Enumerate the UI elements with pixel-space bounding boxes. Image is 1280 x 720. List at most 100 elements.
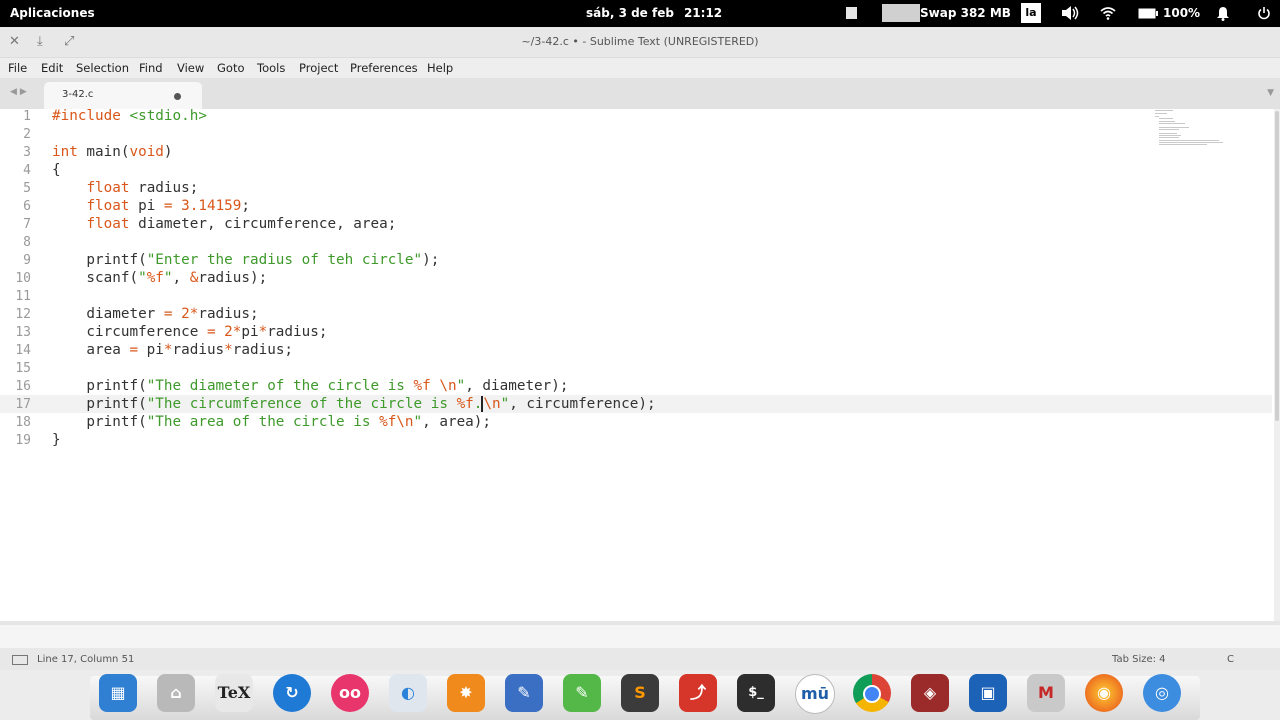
home-folder-icon[interactable]: ⌂: [157, 674, 195, 712]
code-token: 2: [224, 324, 233, 340]
scrollbar-thumb[interactable]: [1275, 111, 1279, 421]
line-number: 14: [15, 343, 31, 358]
line-number: 7: [23, 217, 31, 232]
spreadsheet-icon[interactable]: ✎: [563, 674, 601, 712]
code-token: *: [258, 324, 268, 340]
applications-menu[interactable]: Aplicaciones: [10, 6, 95, 20]
flickr-icon[interactable]: oo: [331, 674, 369, 712]
texmaker-icon[interactable]: TeX: [215, 674, 253, 712]
code-token: #include: [52, 108, 121, 124]
bell-icon[interactable]: [1216, 6, 1230, 24]
code-line[interactable]: }: [52, 432, 61, 448]
dock: ▦ ⌂ TeX ↻ oo ◐ ✸ ✎ ✎ S ⤴ $_ mū ◈ ▣ M ◉ ◎: [0, 670, 1280, 720]
vertical-scrollbar[interactable]: [1274, 109, 1280, 621]
code-token: =: [206, 324, 216, 340]
menu-help[interactable]: Help: [427, 61, 453, 75]
syntax-selector[interactable]: C: [1227, 654, 1234, 665]
toggle-settings-icon[interactable]: ◐: [389, 674, 427, 712]
code-line[interactable]: {: [52, 162, 61, 178]
line-number: 4: [23, 163, 31, 178]
menu-goto[interactable]: Goto: [217, 61, 245, 75]
code-line[interactable]: #include <stdio.h>: [52, 108, 207, 124]
cursor-position: Line 17, Column 51: [37, 654, 135, 665]
code-token: }: [52, 432, 61, 448]
code-line[interactable]: printf("The area of the circle is %f\n",…: [52, 414, 491, 430]
menu-preferences[interactable]: Preferences: [350, 61, 418, 75]
chrome-icon[interactable]: [853, 674, 891, 712]
menu-tools[interactable]: Tools: [257, 61, 285, 75]
file-manager-icon[interactable]: ▦: [99, 674, 137, 712]
code-line[interactable]: printf("The circumference of the circle …: [52, 396, 656, 412]
window-icon[interactable]: [846, 7, 857, 19]
code-token: %f\n: [379, 414, 414, 430]
virtualbox-icon[interactable]: ▣: [969, 674, 1007, 712]
code-line[interactable]: float pi = 3.14159;: [52, 198, 250, 214]
code-token: radius;: [232, 342, 294, 358]
clock[interactable]: sáb, 3 de feb 21:12: [586, 6, 732, 20]
code-token: ": [500, 396, 510, 412]
code-token: "Enter the radius of teh circle": [146, 252, 423, 268]
code-editor[interactable]: 1 2 3 4 5 6 7 8 9 10 11 12 13 14 15 16 1…: [0, 108, 1272, 621]
code-token: float: [86, 216, 130, 232]
inkscape-icon[interactable]: ✸: [447, 674, 485, 712]
code-line[interactable]: area = pi*radius*radius;: [52, 342, 293, 358]
sync-icon[interactable]: ↻: [273, 674, 311, 712]
swap-label: Swap 382 MB: [920, 6, 1011, 20]
code-token: printf(: [52, 378, 147, 394]
tab-3-42-c[interactable]: 3-42.c: [44, 82, 202, 109]
code-line[interactable]: int main(void): [52, 144, 173, 160]
menu-file[interactable]: File: [8, 61, 27, 75]
status-bar: Line 17, Column 51 Tab Size: 4 C: [0, 648, 1280, 670]
code-line[interactable]: circumference = 2*pi*radius;: [52, 324, 327, 340]
code-token: *: [224, 342, 233, 358]
menu-project[interactable]: Project: [299, 61, 338, 75]
musescore-icon[interactable]: mū: [795, 674, 835, 714]
volume-icon[interactable]: [1061, 5, 1079, 24]
code-token: ": [163, 270, 173, 286]
tab-nav-arrows-icon[interactable]: ◀▶: [10, 87, 30, 97]
line-number: 11: [15, 289, 31, 304]
pdf-reader-icon[interactable]: ⤴: [679, 674, 717, 712]
code-token: void: [129, 144, 164, 160]
planner-icon[interactable]: ◈: [911, 674, 949, 712]
code-token: %f: [456, 396, 474, 412]
window-title-bar: ✕ ⤓ ⤢ ~/3-42.c • - Sublime Text (UNREGIS…: [0, 27, 1280, 58]
minimap[interactable]: [1150, 109, 1240, 149]
text-editor-icon[interactable]: ✎: [505, 674, 543, 712]
battery-label: 100%: [1163, 6, 1201, 20]
code-line[interactable]: printf("The diameter of the circle is %f…: [52, 378, 568, 394]
menu-find[interactable]: Find: [139, 61, 163, 75]
code-token: %f: [146, 270, 164, 286]
menu-selection[interactable]: Selection: [76, 61, 129, 75]
code-line[interactable]: scanf("%f", &radius);: [52, 270, 267, 286]
keyboard-layout-indicator[interactable]: la: [1021, 3, 1041, 23]
line-number: 18: [15, 415, 31, 430]
code-token: ": [138, 270, 147, 286]
code-token: , circumference);: [509, 396, 656, 412]
tab-size-selector[interactable]: Tab Size: 4: [1112, 654, 1166, 665]
code-token: <stdio.h>: [129, 108, 207, 124]
code-line[interactable]: float radius;: [52, 180, 198, 196]
math-tool-icon[interactable]: M: [1027, 674, 1065, 712]
panel-toggle-icon[interactable]: [12, 655, 28, 665]
power-icon[interactable]: [1257, 6, 1271, 23]
battery-icon[interactable]: [1138, 8, 1158, 22]
wifi-icon[interactable]: [1100, 6, 1116, 23]
code-line[interactable]: float diameter, circumference, area;: [52, 216, 396, 232]
line-number: 10: [15, 271, 31, 286]
code-line[interactable]: printf("Enter the radius of teh circle")…: [52, 252, 439, 268]
menu-view[interactable]: View: [177, 61, 204, 75]
unsaved-dot-icon[interactable]: [174, 93, 181, 100]
terminal-icon[interactable]: $_: [737, 674, 775, 712]
sublime-text-icon[interactable]: S: [621, 674, 659, 712]
menu-edit[interactable]: Edit: [41, 61, 63, 75]
chromium-icon[interactable]: ◎: [1143, 674, 1181, 712]
code-token: scanf(: [52, 270, 139, 286]
code-line[interactable]: diameter = 2*radius;: [52, 306, 258, 322]
code-token: \n: [439, 378, 457, 394]
code-token: radius;: [267, 324, 328, 340]
tab-dropdown-icon[interactable]: ▼: [1267, 88, 1274, 98]
firefox-icon[interactable]: ◉: [1085, 674, 1123, 712]
